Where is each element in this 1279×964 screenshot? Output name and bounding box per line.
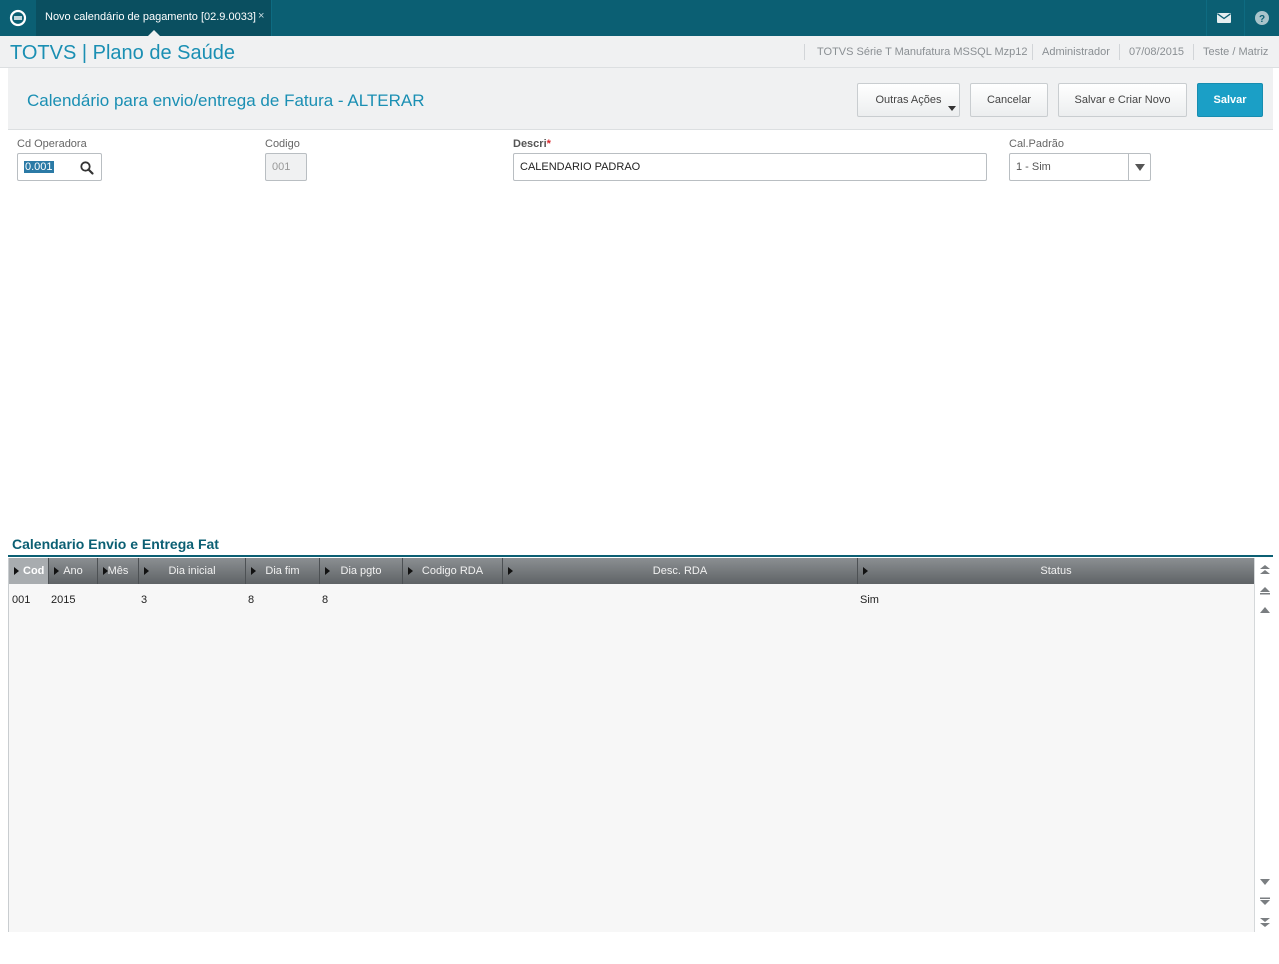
descri-label-text: Descri [513,138,547,150]
branch-info[interactable]: Teste / Matriz [1203,46,1268,58]
environment-info: TOTVS Série T Manufatura MSSQL Mzp12 [817,46,1028,58]
column-marker-icon [325,567,330,575]
document-tab[interactable]: Novo calendário de pagamento [02.9.0033]… [36,0,272,36]
totvs-logo-icon[interactable] [0,0,36,36]
descri-input[interactable]: CALENDARIO PADRAO [513,153,987,181]
header-divider [1193,44,1194,60]
cal-padrao-select[interactable]: 1 - Sim [1009,153,1151,181]
column-header-dia-inicial[interactable]: Dia inicial [139,558,246,584]
save-button[interactable]: Salvar [1197,83,1263,117]
top-tab-bar: Novo calendário de pagamento [02.9.0033]… [0,0,1279,36]
cd-operadora-value: 0.001 [24,161,54,173]
chevron-down-icon [948,106,956,111]
grid-section-title: Calendario Envio e Entrega Fat [12,536,219,552]
descri-value: CALENDARIO PADRAO [520,161,641,173]
bottom-strip [0,932,1279,964]
double-chevron-down-icon [1260,918,1270,927]
user-info[interactable]: Administrador [1042,46,1110,58]
other-actions-label: Outras Ações [875,94,942,106]
scroll-page-up-button[interactable] [1257,582,1273,598]
column-header-label: Status [1040,565,1072,577]
scroll-up-button[interactable] [1257,602,1273,618]
column-marker-icon [103,567,108,575]
column-header-mes[interactable]: Mês [98,558,139,584]
column-header-label: Dia fim [265,565,300,577]
column-header-desc-rda[interactable]: Desc. RDA [503,558,858,584]
cal-padrao-value: 1 - Sim [1016,161,1051,173]
column-marker-icon [508,567,513,575]
codigo-value: 001 [272,161,291,173]
cell-mes: 3 [141,594,148,606]
column-header-dia-pgto[interactable]: Dia pgto [320,558,403,584]
cd-operadora-input[interactable]: 0.001 [17,153,102,181]
column-marker-icon [251,567,256,575]
vertical-scrollbar[interactable] [1254,558,1274,932]
search-icon[interactable] [79,160,95,176]
page-title: Calendário para envio/entrega de Fatura … [27,91,425,110]
column-header-label: Ano [63,565,83,577]
page-title-bar: Calendário para envio/entrega de Fatura … [8,68,1273,130]
column-header-ano[interactable]: Ano [49,558,98,584]
cell-dia-pgto: 8 [322,594,329,606]
column-marker-icon [863,567,868,575]
mail-button[interactable] [1206,0,1240,36]
column-marker-icon [144,567,149,575]
svg-text:?: ? [1258,14,1264,25]
cd-operadora-label: Cd Operadora [17,138,87,150]
date-info[interactable]: 07/08/2015 [1129,46,1184,58]
chevron-up-icon [1260,607,1270,613]
column-header-dia-fim[interactable]: Dia fim [246,558,320,584]
column-marker-icon [408,567,413,575]
grid-header: Cod Ano Mês Dia inicial Dia fim Dia pgto… [9,558,1254,584]
scroll-page-down-button[interactable] [1257,894,1273,910]
column-marker-icon [14,567,19,575]
column-header-label: Mês [107,565,129,577]
column-header-label: Cod [23,565,45,577]
column-header-label: Desc. RDA [652,565,708,577]
mail-icon [1216,13,1231,23]
help-icon: ? [1254,11,1269,25]
double-chevron-up-icon [1260,565,1270,574]
scroll-down-button[interactable] [1257,874,1273,890]
section-divider [8,555,1273,557]
column-header-cod[interactable]: Cod [9,558,49,584]
scroll-top-button[interactable] [1257,562,1273,578]
chevron-down-bar-icon [1260,897,1270,905]
document-tab-label: Novo calendário de pagamento [02.9.0033] [45,11,256,23]
codigo-label: Codigo [265,138,300,150]
chevron-down-icon [1134,163,1145,171]
descri-label: Descri* [513,138,551,150]
cell-cod: 001 [12,594,31,606]
chevron-down-icon [1260,879,1270,885]
scroll-bottom-button[interactable] [1257,914,1273,930]
app-header: TOTVS | Plano de Saúde TOTVS Série T Man… [0,36,1279,68]
chevron-up-bar-icon [1260,587,1270,595]
cell-ano: 2015 [51,594,76,606]
column-header-status[interactable]: Status [858,558,1254,584]
other-actions-button[interactable]: Outras Ações [857,83,960,117]
app-title: TOTVS | Plano de Saúde [10,42,235,64]
codigo-input: 001 [265,153,307,181]
select-toggle[interactable] [1128,154,1150,180]
cell-status: Sim [860,594,879,606]
header-divider [804,44,805,60]
cal-padrao-label: Cal.Padrão [1009,138,1065,150]
column-header-label: Dia inicial [168,565,216,577]
close-icon[interactable]: × [258,10,264,22]
header-divider [1032,44,1033,60]
column-marker-icon [54,567,59,575]
header-divider [1119,44,1120,60]
cell-dia-fim: 8 [248,594,255,606]
save-and-new-button[interactable]: Salvar e Criar Novo [1058,83,1187,117]
column-header-codigo-rda[interactable]: Codigo RDA [403,558,503,584]
column-header-label: Codigo RDA [421,565,484,577]
cancel-button[interactable]: Cancelar [970,83,1048,117]
calendar-grid[interactable]: Cod Ano Mês Dia inicial Dia fim Dia pgto… [8,558,1274,932]
column-header-label: Dia pgto [340,565,382,577]
required-marker: * [546,138,551,150]
help-button[interactable]: ? [1244,0,1278,36]
